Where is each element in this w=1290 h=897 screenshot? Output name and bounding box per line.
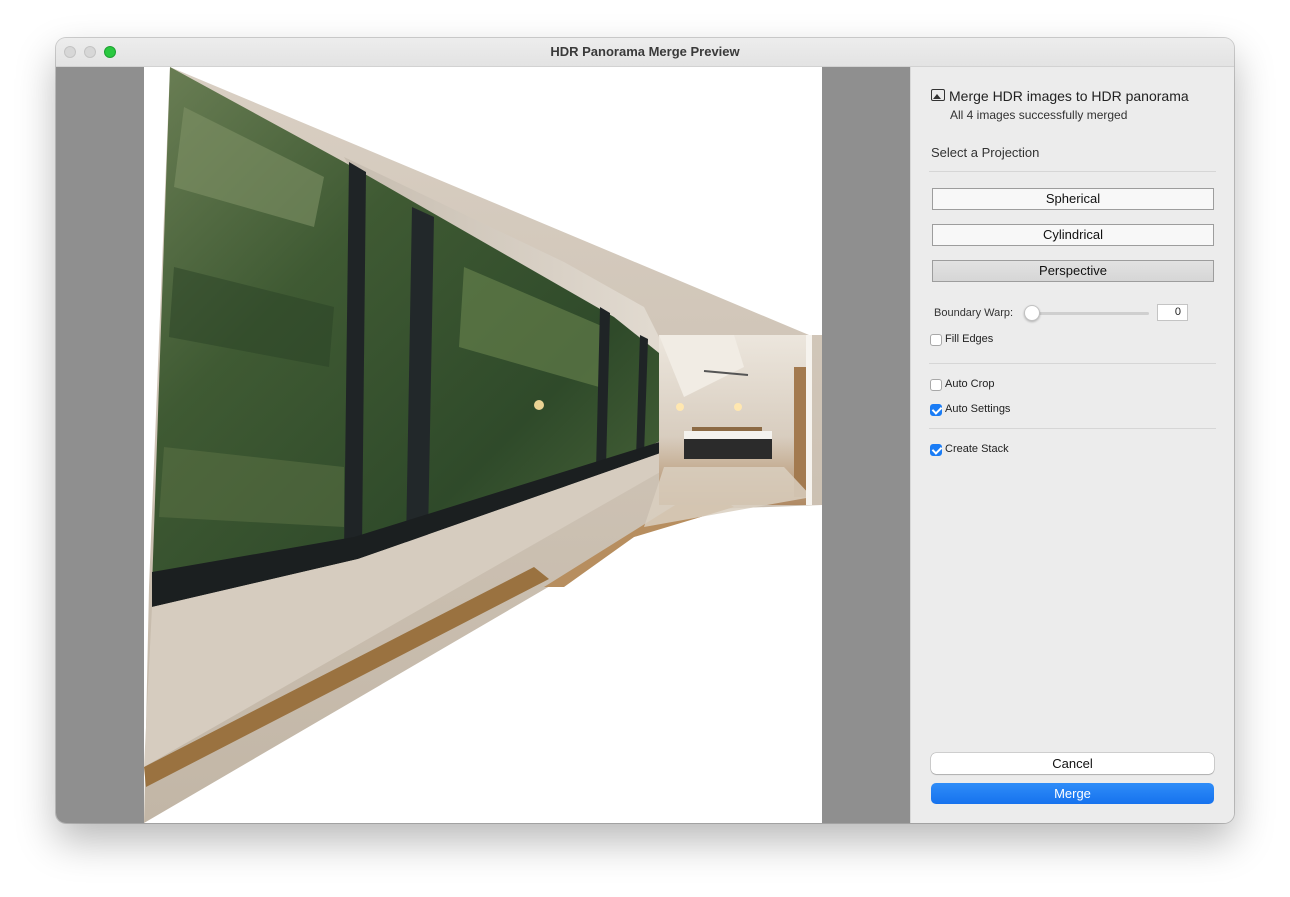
panel-header-subtitle: All 4 images successfully merged — [950, 108, 1128, 122]
divider — [929, 363, 1216, 364]
create-stack-checkbox[interactable] — [930, 444, 942, 456]
divider — [929, 171, 1216, 172]
divider — [929, 428, 1216, 429]
auto-settings-checkbox[interactable] — [930, 404, 942, 416]
projection-cylindrical-button[interactable]: Cylindrical — [932, 224, 1214, 246]
auto-crop-checkbox[interactable] — [930, 379, 942, 391]
merge-button[interactable]: Merge — [931, 783, 1214, 804]
panorama-canvas — [144, 67, 822, 823]
panel-header-title: Merge HDR images to HDR panorama — [949, 88, 1189, 104]
boundary-warp-label: Boundary Warp: — [934, 307, 1014, 319]
title-bar[interactable]: HDR Panorama Merge Preview — [56, 38, 1234, 67]
auto-settings-label: Auto Settings — [945, 403, 1011, 415]
fill-edges-checkbox[interactable] — [930, 334, 942, 346]
auto-crop-label: Auto Crop — [945, 378, 995, 390]
projection-spherical-button[interactable]: Spherical — [932, 188, 1214, 210]
image-stack-icon — [931, 89, 945, 101]
boundary-warp-slider-track[interactable] — [1025, 312, 1149, 315]
cancel-button[interactable]: Cancel — [931, 753, 1214, 774]
panorama-preview-area — [56, 67, 910, 823]
boundary-warp-slider-thumb[interactable] — [1024, 305, 1040, 321]
fill-edges-label: Fill Edges — [945, 333, 994, 345]
projection-perspective-button[interactable]: Perspective — [932, 260, 1214, 282]
create-stack-label: Create Stack — [945, 443, 1009, 455]
projection-section-label: Select a Projection — [931, 145, 1040, 160]
boundary-warp-value-field[interactable]: 0 — [1157, 304, 1188, 321]
panorama-preview-image — [144, 67, 822, 823]
merge-options-panel: Merge HDR images to HDR panorama All 4 i… — [910, 67, 1234, 823]
window-title: HDR Panorama Merge Preview — [550, 44, 740, 59]
merge-preview-window: HDR Panorama Merge Preview Merge HDR ima… — [56, 38, 1234, 823]
